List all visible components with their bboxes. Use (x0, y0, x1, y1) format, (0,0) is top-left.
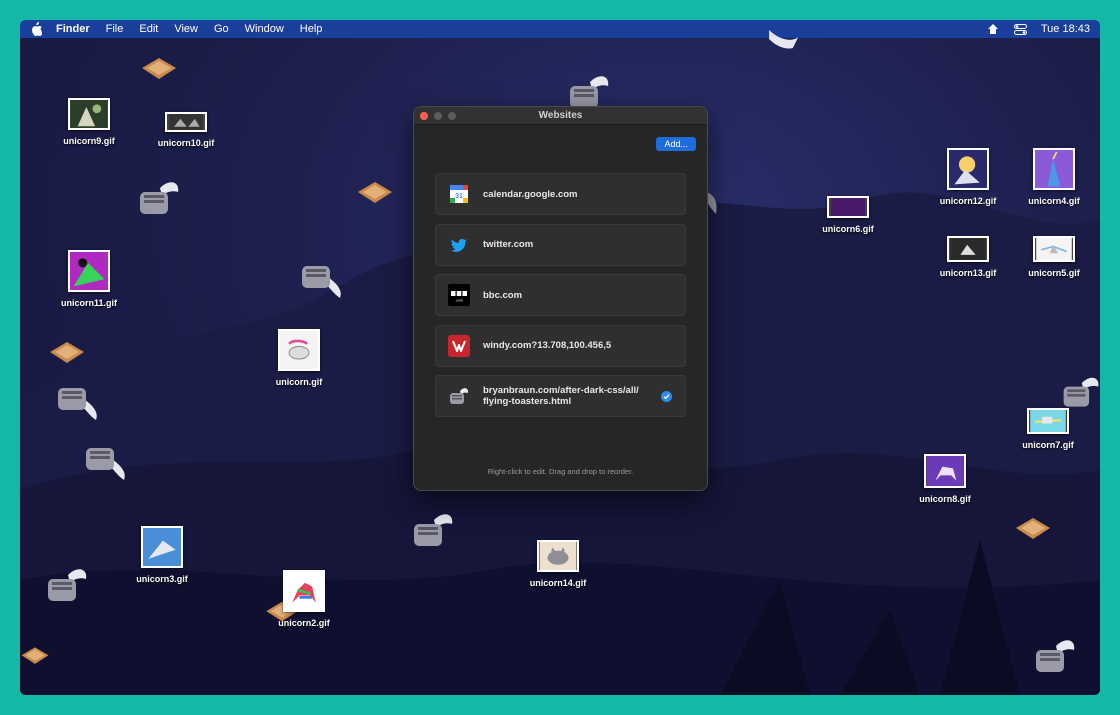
toast-icon (358, 182, 392, 203)
flying-toaster-icon (448, 385, 470, 407)
file-name: unicorn13.gif (939, 268, 997, 278)
flying-toaster-icon (706, 192, 717, 214)
file-name: unicorn9.gif (63, 136, 115, 146)
menu-help[interactable]: Help (300, 20, 323, 38)
file-thumbnail (141, 526, 183, 568)
websites-window: Websites Add... 31 calendar.google.com t… (413, 106, 708, 491)
file-name: unicorn4.gif (1028, 196, 1080, 206)
flying-toaster-icon (414, 514, 453, 546)
menu-file[interactable]: File (106, 20, 124, 38)
file-thumbnail (165, 112, 207, 132)
menu-go[interactable]: Go (214, 20, 229, 38)
help-hint: Right-click to edit. Drag and drop to re… (487, 467, 634, 476)
desktop-file-unicorn4[interactable]: unicorn4.gif (1006, 148, 1100, 206)
file-thumbnail (947, 236, 989, 262)
window-titlebar[interactable]: Websites (414, 107, 707, 125)
file-name: unicorn12.gif (939, 196, 997, 206)
desktop-file-unicorn14[interactable]: unicorn14.gif (510, 540, 606, 588)
file-name: unicorn8.gif (919, 494, 971, 504)
file-thumbnail (947, 148, 989, 190)
bbc-icon: .com (448, 284, 470, 306)
twitter-icon (448, 234, 470, 256)
selected-checkmark-icon (661, 391, 672, 402)
google-calendar-icon: 31 (448, 183, 470, 205)
desktop-screen: Finder File Edit View Go Window Help Tue… (20, 20, 1100, 695)
toast-icon (142, 58, 176, 79)
window-title: Websites (538, 110, 583, 121)
windy-icon (448, 334, 470, 357)
desktop-file-unicorn12[interactable]: unicorn12.gif (920, 148, 1016, 206)
website-url: bryanbraun.com/after-dark-css/all/ flyin… (483, 385, 639, 407)
desktop-file-unicorn8[interactable]: unicorn8.gif (897, 454, 993, 504)
menu-window[interactable]: Window (245, 20, 284, 38)
minimize-window-button[interactable] (434, 112, 442, 120)
menu-clock[interactable]: Tue 18:43 (1041, 23, 1090, 35)
website-url: twitter.com (483, 239, 534, 250)
flying-toaster-icon (1036, 640, 1075, 672)
desktop-file-unicorn13[interactable]: unicorn13.gif (920, 236, 1016, 278)
desktop-file-unicorn9[interactable]: unicorn9.gif (41, 98, 137, 146)
file-thumbnail (1033, 148, 1075, 190)
website-row-twitter[interactable]: twitter.com (435, 223, 686, 266)
flying-toaster-icon (140, 182, 179, 214)
toast-icon (1016, 518, 1050, 539)
menu-bar: Finder File Edit View Go Window Help Tue… (20, 20, 1100, 38)
website-url: bbc.com (483, 289, 523, 301)
file-name: unicorn11.gif (60, 298, 117, 308)
flying-toaster-icon (86, 448, 125, 480)
toast-icon (50, 342, 84, 363)
flying-toaster-icon (302, 266, 341, 298)
file-name: unicorn3.gif (136, 574, 188, 584)
desktop-file-unicorn7[interactable]: unicorn7.gif (1000, 408, 1096, 450)
control-center-icon[interactable] (1013, 23, 1027, 35)
apple-menu-icon[interactable] (30, 22, 42, 36)
file-thumbnail (827, 196, 869, 218)
website-row-flying-toasters[interactable]: bryanbraun.com/after-dark-css/all/ flyin… (435, 375, 686, 417)
file-thumbnail (1033, 236, 1075, 262)
flying-toaster-icon (48, 569, 87, 601)
website-list: 31 calendar.google.com twitter.com .com … (435, 173, 686, 426)
website-row-calendar[interactable]: 31 calendar.google.com (435, 173, 686, 215)
menu-edit[interactable]: Edit (139, 20, 158, 38)
file-name: unicorn10.gif (157, 138, 215, 148)
file-name: unicorn7.gif (1022, 440, 1074, 450)
desktop-file-unicorn10[interactable]: unicorn10.gif (138, 112, 234, 148)
desktop-file-unicorn3[interactable]: unicorn3.gif (114, 526, 210, 584)
file-thumbnail (924, 454, 966, 488)
file-thumbnail (1027, 408, 1069, 434)
zoom-window-button[interactable] (448, 112, 456, 120)
website-url: calendar.google.com (483, 188, 578, 200)
svg-text:31: 31 (455, 193, 463, 200)
file-name: unicorn6.gif (822, 224, 874, 234)
svg-text:.com: .com (455, 299, 463, 303)
close-window-button[interactable] (420, 112, 428, 120)
desktop-file-unicorn[interactable]: unicorn.gif (251, 329, 347, 387)
file-name: unicorn5.gif (1028, 268, 1080, 278)
add-website-button[interactable]: Add... (656, 137, 696, 151)
file-name: unicorn2.gif (278, 618, 330, 628)
desktop-file-unicorn2[interactable]: unicorn2.gif (256, 570, 352, 628)
file-thumbnail (68, 250, 110, 292)
flying-toaster-icon (58, 388, 97, 420)
menu-finder[interactable]: Finder (56, 20, 90, 38)
file-name: unicorn14.gif (529, 578, 587, 588)
desktop-file-unicorn5[interactable]: unicorn5.gif (1006, 236, 1100, 278)
file-thumbnail (283, 570, 325, 612)
desktop-file-unicorn11[interactable]: unicorn11.gif (41, 250, 137, 308)
flying-toaster-menu-icon[interactable] (986, 23, 1000, 35)
website-row-bbc[interactable]: .com bbc.com (435, 274, 686, 316)
website-url: windy.com?13.708,100.456,5 (483, 340, 612, 351)
menu-view[interactable]: View (174, 20, 198, 38)
file-thumbnail (278, 329, 320, 371)
file-thumbnail (68, 98, 110, 130)
file-name: unicorn.gif (275, 377, 323, 387)
file-thumbnail (537, 540, 579, 572)
flying-toaster-icon (769, 30, 799, 49)
website-row-windy[interactable]: windy.com?13.708,100.456,5 (435, 324, 686, 367)
toast-icon (21, 647, 49, 664)
desktop-file-unicorn6[interactable]: unicorn6.gif (800, 196, 896, 234)
